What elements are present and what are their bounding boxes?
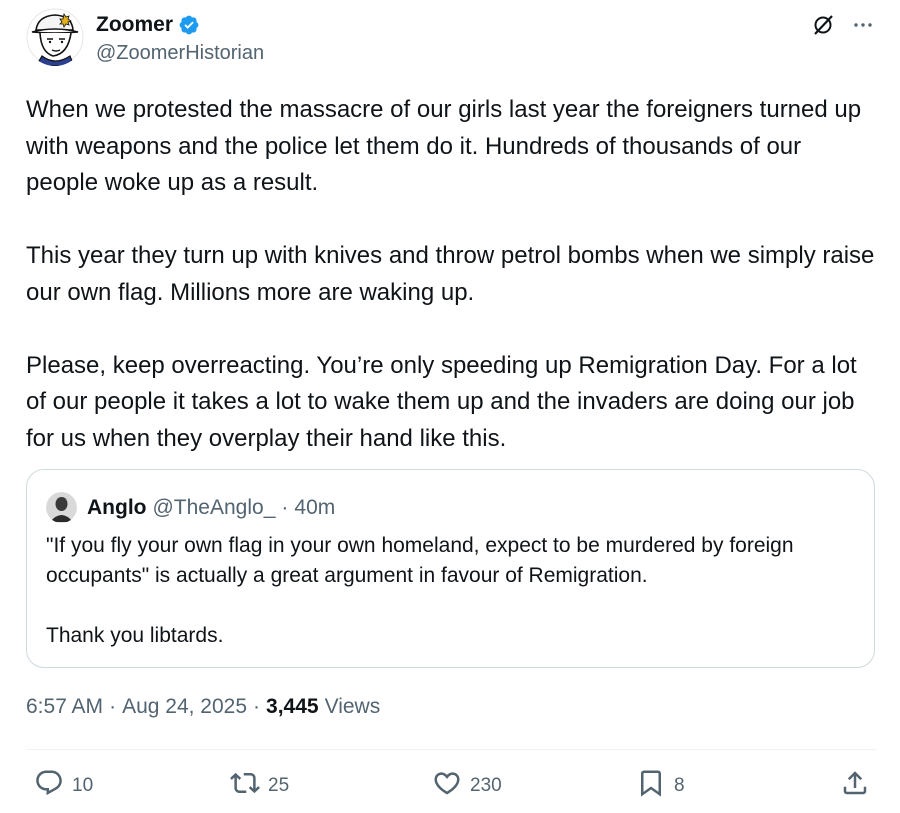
repost-icon <box>230 768 260 804</box>
reply-button[interactable]: 10 <box>34 766 93 806</box>
verified-badge-icon <box>178 14 200 36</box>
tweet-header: Zoomer @ZoomerHistorian <box>26 8 876 72</box>
grok-icon[interactable] <box>810 12 836 38</box>
quote-paragraph: "If you fly your own flag in your own ho… <box>46 534 794 587</box>
tweet-text: When we protested the massacre of our gi… <box>26 92 876 457</box>
tweet-paragraph: When we protested the massacre of our gi… <box>26 96 862 196</box>
tweet-date[interactable]: Aug 24, 2025 <box>122 695 247 719</box>
author-handle[interactable]: @ZoomerHistorian <box>96 42 264 65</box>
bookmark-count: 8 <box>674 775 685 796</box>
author-display-name[interactable]: Zoomer <box>96 13 173 37</box>
bookmark-icon <box>636 768 666 804</box>
like-icon <box>432 768 462 804</box>
author-name-row: Zoomer <box>96 12 264 38</box>
quote-time[interactable]: 40m <box>294 496 335 520</box>
author-block: Zoomer @ZoomerHistorian <box>96 12 264 65</box>
divider <box>26 749 876 750</box>
quote-author-name[interactable]: Anglo <box>87 496 146 520</box>
more-icon[interactable] <box>850 12 876 38</box>
tweet-meta: 6:57 AM · Aug 24, 2025 · 3,445 Views <box>26 695 380 719</box>
like-button[interactable]: 230 <box>432 766 502 806</box>
tweet-paragraph: This year they turn up with knives and t… <box>26 242 875 306</box>
repost-button[interactable]: 25 <box>230 766 289 806</box>
repost-count: 25 <box>268 775 290 796</box>
quoted-tweet[interactable]: Anglo @TheAnglo_ · 40m "If you fly your … <box>26 469 875 668</box>
tweet-paragraph: Please, keep overreacting. You’re only s… <box>26 351 857 452</box>
reply-icon <box>34 768 64 804</box>
like-count: 230 <box>470 775 502 796</box>
tweet-time[interactable]: 6:57 AM <box>26 695 103 719</box>
reply-count: 10 <box>72 775 94 796</box>
meta-separator: · <box>253 695 261 718</box>
views-label: Views <box>324 695 381 718</box>
action-bar: 10 25 230 8 <box>26 766 876 806</box>
share-button[interactable] <box>840 766 870 806</box>
views-count: 3,445 <box>266 695 319 718</box>
quote-header: Anglo @TheAnglo_ · 40m <box>46 492 335 523</box>
quote-text: "If you fly your own flag in your own ho… <box>46 531 846 651</box>
quote-paragraph: Thank you libtards. <box>46 624 224 647</box>
header-actions <box>810 12 876 38</box>
bookmark-button[interactable]: 8 <box>636 766 685 806</box>
quote-avatar[interactable] <box>46 492 77 523</box>
meta-separator: · <box>109 695 117 718</box>
author-avatar[interactable] <box>26 8 84 66</box>
quote-separator: · <box>281 495 289 519</box>
quote-author-handle[interactable]: @TheAnglo_ <box>152 496 275 520</box>
share-icon <box>840 768 870 804</box>
